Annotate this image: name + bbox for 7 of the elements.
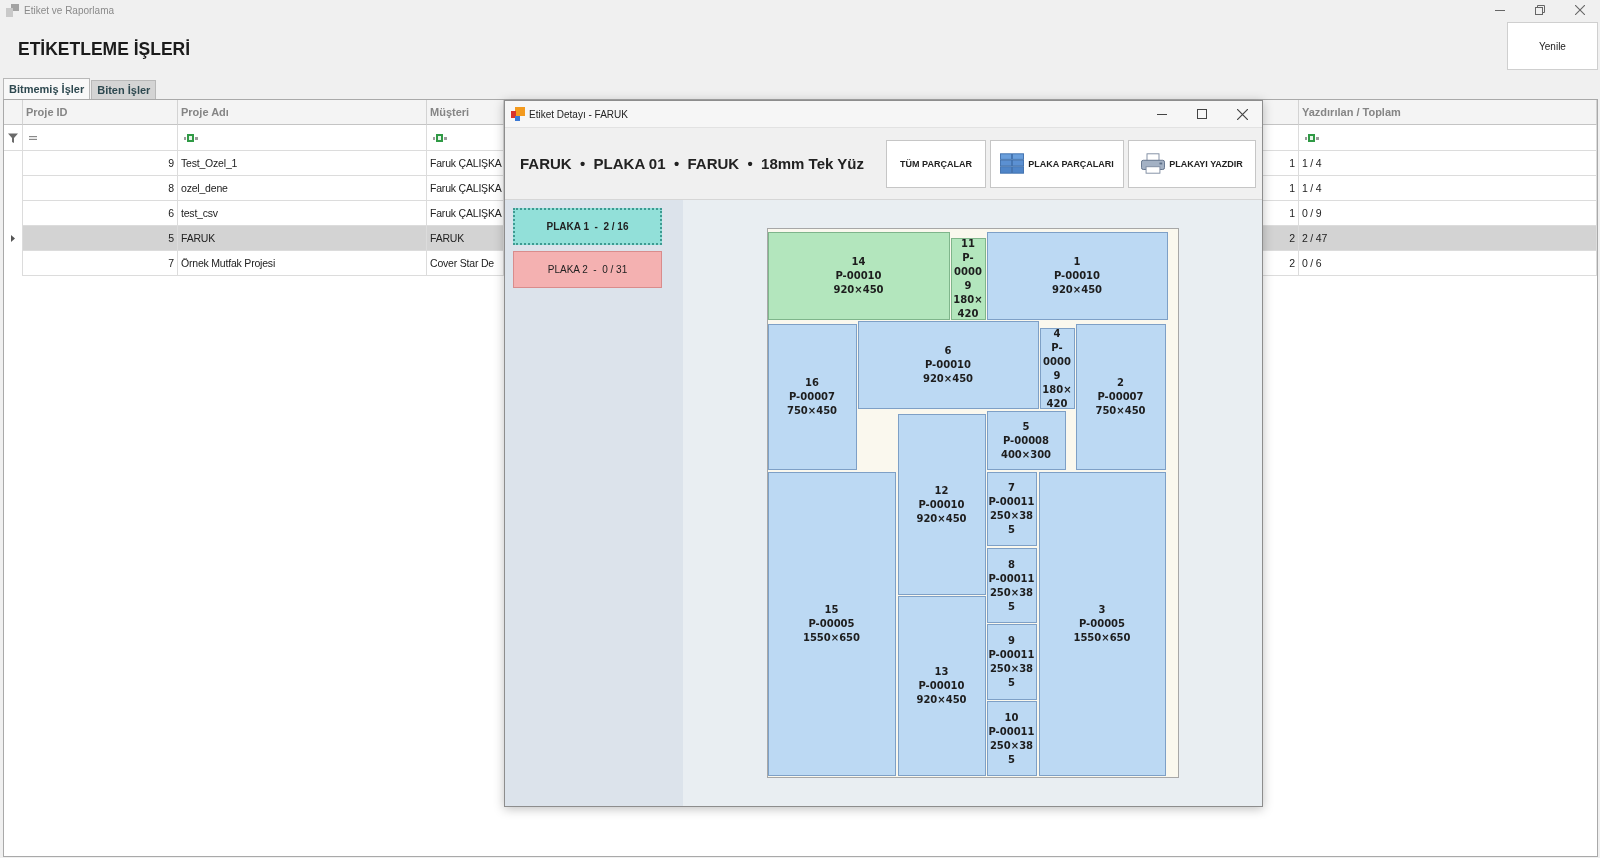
- sheet-heading: FARUK • PLAKA 01 • FARUK • 18mm Tek Yüz: [520, 155, 864, 172]
- table-cell: 7: [23, 251, 178, 276]
- table-cell: 0 / 6: [1299, 251, 1597, 276]
- page-title: ETİKETLEME İŞLERİ: [18, 38, 191, 60]
- window-title: Etiket ve Raporlama: [24, 4, 115, 16]
- dialog-title: Etiket Detayı - FARUK: [529, 108, 628, 120]
- table-cell: Örnek Mutfak Projesi: [178, 251, 427, 276]
